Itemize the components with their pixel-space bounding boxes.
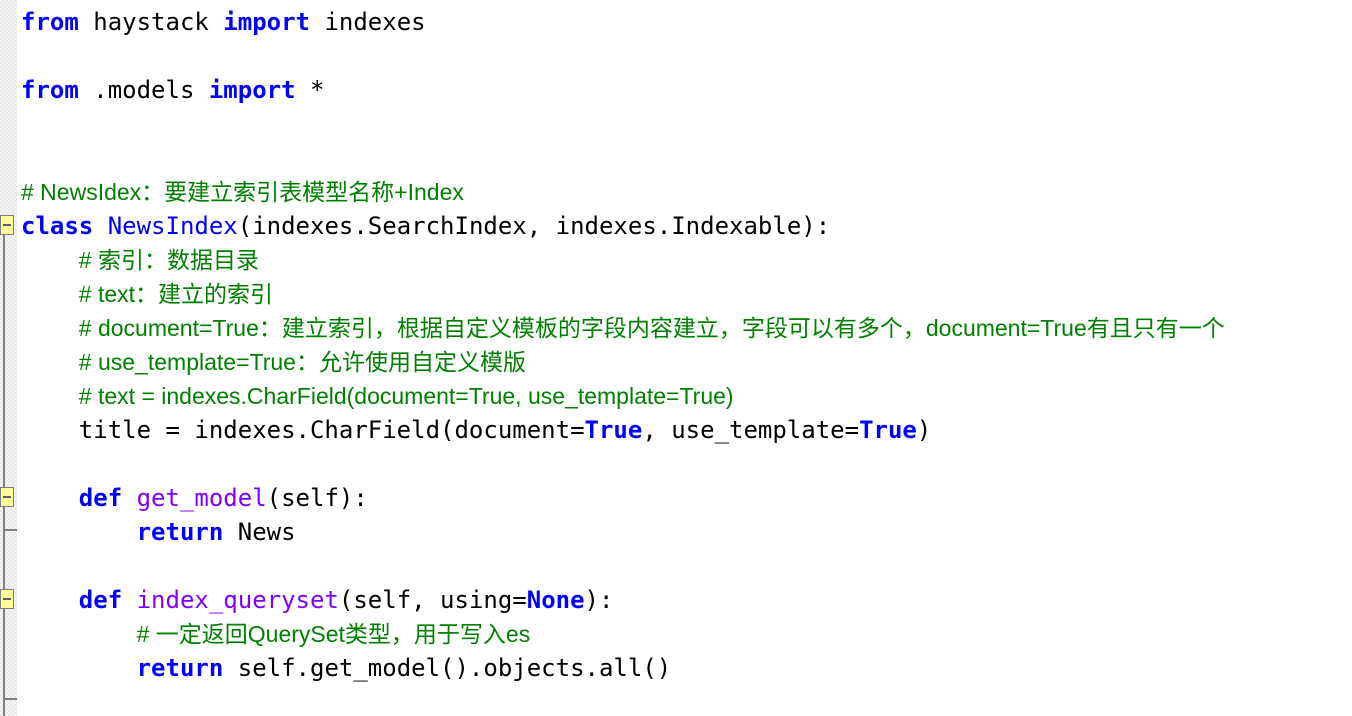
code-keyword: True [584,416,643,444]
code-comment: # use_template=True：允许使用自定义模版 [78,349,526,375]
code-keyword: import [208,76,296,104]
code-keyword: return [136,654,224,682]
code-line: def get_model(self): [21,481,1225,515]
editor-gutter [0,0,17,716]
code-keyword: True [859,416,917,444]
code-line: return self.get_model().objects.all() [21,651,1225,685]
code-line: # text = indexes.CharField(document=True… [21,379,1225,413]
code-comment: # 索引：数据目录 [78,247,259,273]
code-text: title = indexes.CharField(document= [21,416,585,444]
code-keyword: def [78,586,123,614]
code-line: # use_template=True：允许使用自定义模版 [21,345,1225,379]
code-text: ) [916,416,932,444]
code-keyword: def [78,484,123,512]
code-keyword: from [21,76,79,104]
code-line: from haystack import indexes [21,5,1225,39]
code-text: (indexes.SearchIndex, indexes.Indexable)… [237,212,831,240]
code-line: # 索引：数据目录 [21,243,1225,277]
code-comment: # document=True：建立索引，根据自定义模板的字段内容建立，字段可以… [78,315,1225,341]
code-line: # text：建立的索引 [21,277,1225,311]
code-text: self.get_model().objects.all() [223,654,672,682]
code-class-name: NewsIndex [107,212,238,240]
code-comment: # text = indexes.CharField(document=True… [78,383,734,409]
code-comment: # 一定返回QuerySet类型，用于写入es [136,621,531,647]
code-text: News [223,518,296,546]
code-keyword: class [21,212,94,240]
code-line: # document=True：建立索引，根据自定义模板的字段内容建立，字段可以… [21,311,1225,345]
code-text: * [295,76,325,104]
code-text: (self, using= [338,586,527,614]
code-comment: # text：建立的索引 [78,281,274,307]
fold-toggle-get-model[interactable] [0,487,14,507]
code-line: title = indexes.CharField(document=True,… [21,413,1225,447]
code-text: indexes [310,8,426,36]
code-line: # NewsIdex：要建立索引表模型名称+Index [21,175,1225,209]
code-keyword: return [136,518,224,546]
code-editor[interactable]: # ... from haystack import indexes from .… [21,0,1225,685]
code-line: return News [21,515,1225,549]
fold-end-tick [3,698,17,700]
code-line: from .models import * [21,73,1225,107]
code-function-name: get_model [136,484,267,512]
code-text: , use_template= [642,416,860,444]
code-comment: # ... [21,0,59,1]
fold-end-tick [3,529,17,531]
code-line: class NewsIndex(indexes.SearchIndex, ind… [21,209,1225,243]
code-keyword: from [21,8,79,36]
code-keyword: None [526,586,585,614]
code-text: (self): [266,484,368,512]
fold-guide-line [3,226,5,716]
code-text: haystack [78,8,224,36]
fold-toggle-class[interactable] [0,215,14,235]
code-line: # 一定返回QuerySet类型，用于写入es [21,617,1225,651]
code-function-name: index_queryset [136,586,339,614]
fold-toggle-index-queryset[interactable] [0,589,14,609]
code-keyword: import [223,8,310,36]
code-comment: # NewsIdex：要建立索引表模型名称+Index [21,179,464,205]
code-line: def index_queryset(self, using=None): [21,583,1225,617]
code-text: .models [78,76,209,104]
code-text: ): [584,586,614,614]
